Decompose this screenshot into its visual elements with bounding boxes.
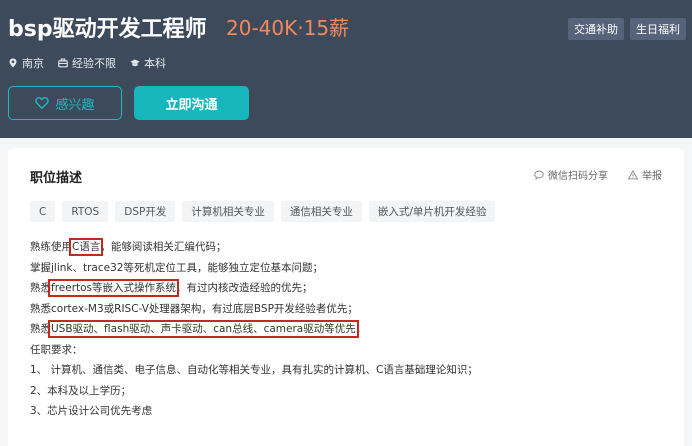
report-label: 举报 — [642, 171, 662, 182]
highlighted-text: USB驱动、flash驱动、声卡驱动、can总线、camera驱动等优先 — [48, 320, 359, 338]
requirement-item: 3、芯片设计公司优先考虑 — [30, 405, 153, 417]
report-action[interactable]: 举报 — [628, 167, 662, 182]
description-line: 掌握jlink、trace32等死机定位工具，能够独立定位基本问题； — [30, 261, 323, 274]
skill-tags: C RTOS DSP开发 计算机相关专业 通信相关专业 嵌入式/单片机开发经验 — [30, 201, 496, 222]
meta-education: 本科 — [130, 55, 166, 71]
interest-button[interactable]: 感兴趣 — [8, 86, 122, 120]
description-line: 熟悉freertos等嵌入式操作系统，有过内核改造经验的优先； — [30, 278, 670, 299]
location-icon — [8, 58, 18, 68]
benefit-tag: 生日福利 — [630, 18, 686, 40]
job-description-card: 职位描述 微信扫码分享 举报 C RTOS DSP开发 计算机相关专业 通信相关… — [8, 148, 684, 446]
skill-tag: 通信相关专业 — [280, 201, 362, 222]
share-icon — [534, 170, 544, 180]
description-line: 熟悉USB驱动、flash驱动、声卡驱动、can总线、camera驱动等优先； — [30, 319, 670, 340]
graduation-cap-icon — [130, 58, 140, 68]
requirement-item: 2、本科及以上学历； — [30, 384, 132, 397]
skill-tag: RTOS — [62, 201, 109, 222]
heart-icon — [35, 96, 50, 110]
description-text: ，有过内核改造经验的优先； — [176, 282, 313, 294]
description-text: 熟悉 — [30, 282, 51, 294]
job-title: bsp驱动开发工程师 — [8, 17, 207, 42]
city-text: 南京 — [22, 57, 44, 70]
highlighted-text: C语言 — [68, 238, 104, 256]
description-text: ，能够阅读相关汇编代码； — [100, 241, 227, 253]
warning-icon — [628, 169, 638, 180]
skill-tag: 计算机相关专业 — [182, 201, 274, 222]
description-text: 熟悉 — [30, 323, 51, 335]
benefit-tags: 交通补助 生日福利 — [568, 18, 686, 40]
share-action[interactable]: 微信扫码分享 — [534, 167, 608, 182]
salary: 20-40K·15薪 — [226, 16, 350, 40]
experience-text: 经验不限 — [72, 57, 116, 70]
skill-tag: DSP开发 — [115, 201, 176, 222]
section-title: 职位描述 — [30, 171, 83, 186]
description-text: 熟练使用 — [30, 241, 72, 253]
share-label: 微信扫码分享 — [548, 171, 608, 182]
meta-city: 南京 — [8, 55, 44, 71]
benefit-tag: 交通补助 — [568, 18, 624, 40]
job-meta: 南京 经验不限 本科 — [8, 55, 166, 71]
requirements-title: 任职要求： — [30, 343, 83, 356]
meta-experience: 经验不限 — [58, 55, 116, 71]
skill-tag: 嵌入式/单片机开发经验 — [368, 201, 496, 222]
chat-now-button[interactable]: 立即沟通 — [134, 86, 249, 120]
education-text: 本科 — [144, 57, 166, 70]
briefcase-icon — [58, 58, 68, 68]
requirement-item: 1、 计算机、通信类、电子信息、自动化等相关专业，具有扎实的计算机、C语言基础理… — [30, 364, 478, 376]
description-text: ； — [355, 323, 367, 335]
interest-label: 感兴趣 — [55, 97, 95, 113]
highlighted-text: freertos等嵌入式操作系统 — [47, 279, 180, 297]
job-description: 熟练使用C语言，能够阅读相关汇编代码； 掌握jlink、trace32等死机定位… — [30, 237, 670, 422]
description-line: 熟悉cortex-M3或RISC-V处理器架构，有过底层BSP开发经验者优先； — [30, 302, 358, 315]
skill-tag: C — [30, 201, 56, 222]
description-line: 熟练使用C语言，能够阅读相关汇编代码； — [30, 237, 670, 258]
job-header: bsp驱动开发工程师 20-40K·15薪 交通补助 生日福利 南京 经验不限 … — [0, 0, 692, 138]
card-actions: 微信扫码分享 举报 — [534, 167, 662, 182]
